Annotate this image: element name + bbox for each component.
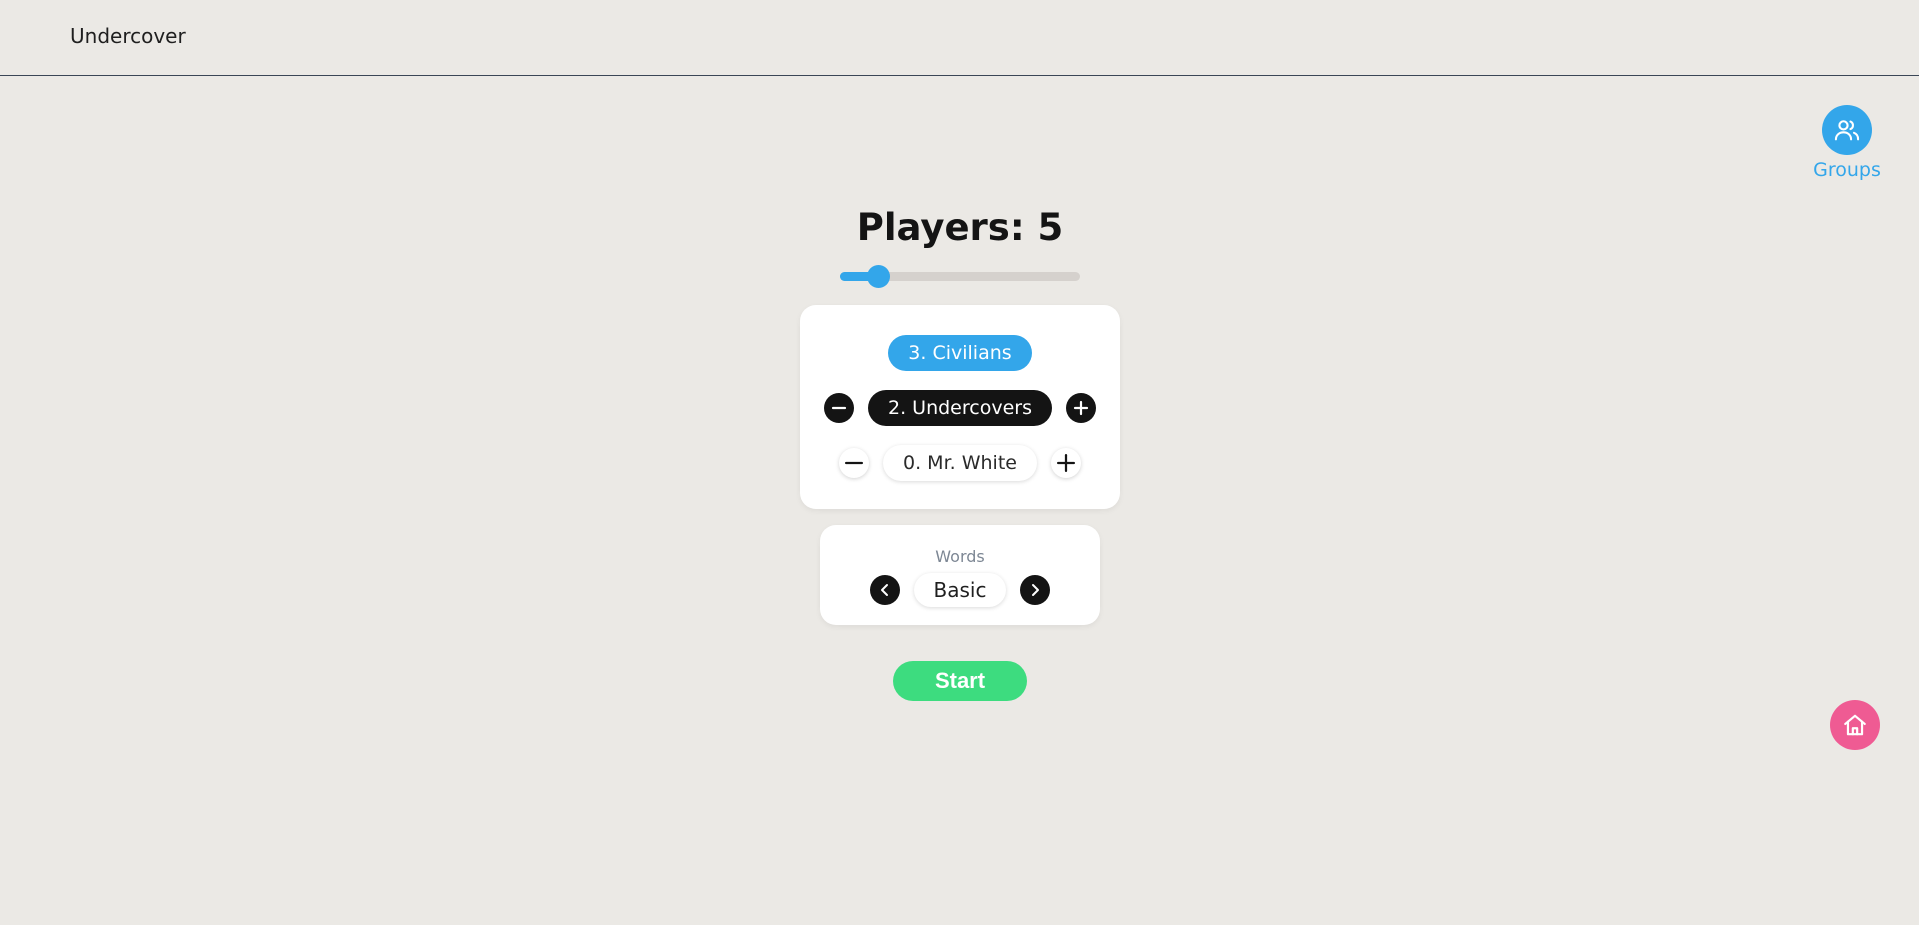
minus-icon [831, 406, 847, 410]
players-slider[interactable] [840, 265, 1080, 288]
slider-thumb[interactable] [867, 265, 891, 288]
mrwhite-decrement-button[interactable] [839, 448, 870, 478]
plus-icon [1073, 400, 1089, 416]
words-next-button[interactable] [1020, 575, 1051, 605]
chevron-right-icon [1032, 584, 1040, 596]
minus-icon [845, 461, 864, 465]
plus-icon [1056, 454, 1075, 472]
groups-label: Groups [1813, 159, 1881, 181]
users-icon [1822, 105, 1872, 155]
top-bar: Undercover [0, 0, 1919, 76]
undercovers-increment-button[interactable] [1065, 393, 1096, 423]
chevron-left-icon [880, 584, 888, 596]
mrwhite-row: 0. Mr. White [800, 445, 1120, 481]
undercovers-decrement-button[interactable] [824, 393, 854, 423]
mrwhite-increment-button[interactable] [1050, 448, 1081, 478]
words-prev-button[interactable] [869, 575, 900, 605]
app-title: Undercover [70, 24, 186, 48]
home-icon [1844, 714, 1866, 736]
undercovers-badge: 2. Undercovers [868, 390, 1052, 426]
players-title: Players: 5 [856, 206, 1064, 249]
words-card: Words Basic [820, 525, 1100, 625]
home-button[interactable] [1830, 700, 1880, 750]
start-button[interactable]: Start [893, 661, 1027, 701]
mrwhite-badge: 0. Mr. White [883, 445, 1037, 481]
civilians-badge: 3. Civilians [888, 335, 1032, 371]
civilians-row: 3. Civilians [800, 335, 1120, 371]
roles-card: 3. Civilians 2. Undercovers 0. Mr. White [800, 305, 1120, 509]
words-label: Words [935, 547, 985, 566]
undercovers-row: 2. Undercovers [800, 390, 1120, 426]
words-value: Basic [913, 573, 1007, 607]
words-selector: Basic [820, 573, 1100, 607]
groups-button[interactable]: Groups [1812, 105, 1882, 181]
